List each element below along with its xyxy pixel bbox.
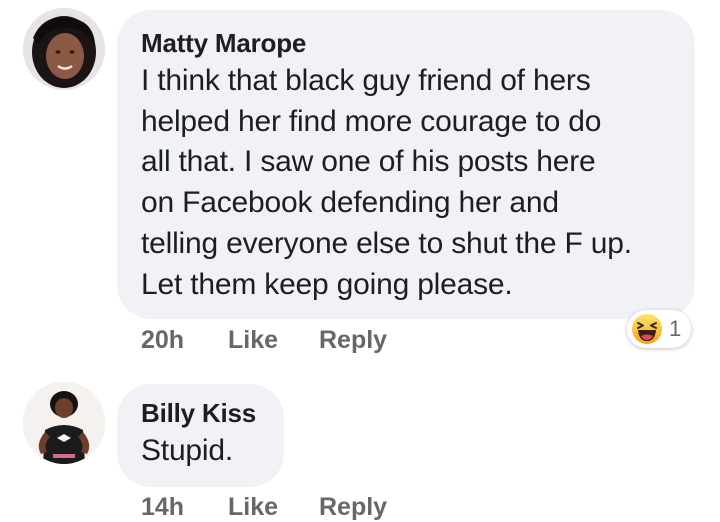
comment-timestamp[interactable]: 14h bbox=[141, 493, 184, 522]
like-button[interactable]: Like bbox=[228, 326, 278, 355]
comment-text-line: Stupid. bbox=[141, 434, 233, 467]
avatar-image bbox=[23, 382, 105, 464]
avatar[interactable] bbox=[23, 382, 105, 464]
comment-bubble: Matty Marope I think that black guy frie… bbox=[117, 10, 695, 319]
comment-timestamp[interactable]: 20h bbox=[141, 326, 184, 355]
reaction-count: 1 bbox=[669, 316, 682, 341]
comment-text-line: on Facebook defending her and bbox=[141, 186, 559, 220]
reply-button[interactable]: Reply bbox=[319, 493, 387, 522]
avatar[interactable] bbox=[23, 8, 105, 90]
reply-button[interactable]: Reply bbox=[319, 326, 387, 355]
like-button[interactable]: Like bbox=[228, 493, 278, 522]
comment-text-line: telling everyone else to shut the F up. bbox=[141, 226, 632, 260]
comment-text-line: I think that black guy friend of hers bbox=[141, 64, 591, 97]
comment-text-line: all that. I saw one of his posts here bbox=[141, 145, 596, 179]
reaction-summary[interactable]: 1 bbox=[627, 310, 691, 348]
comment-text-line: Let them keep going please. bbox=[141, 267, 513, 301]
comment-text-line: helped her find more courage to do bbox=[141, 104, 602, 138]
comment-author[interactable]: Matty Marope bbox=[141, 28, 695, 58]
laughing-face-icon bbox=[632, 314, 662, 344]
avatar-image bbox=[23, 8, 105, 90]
comment-author[interactable]: Billy Kiss bbox=[141, 398, 284, 428]
comment-bubble: Billy Kiss Stupid. bbox=[117, 384, 284, 487]
